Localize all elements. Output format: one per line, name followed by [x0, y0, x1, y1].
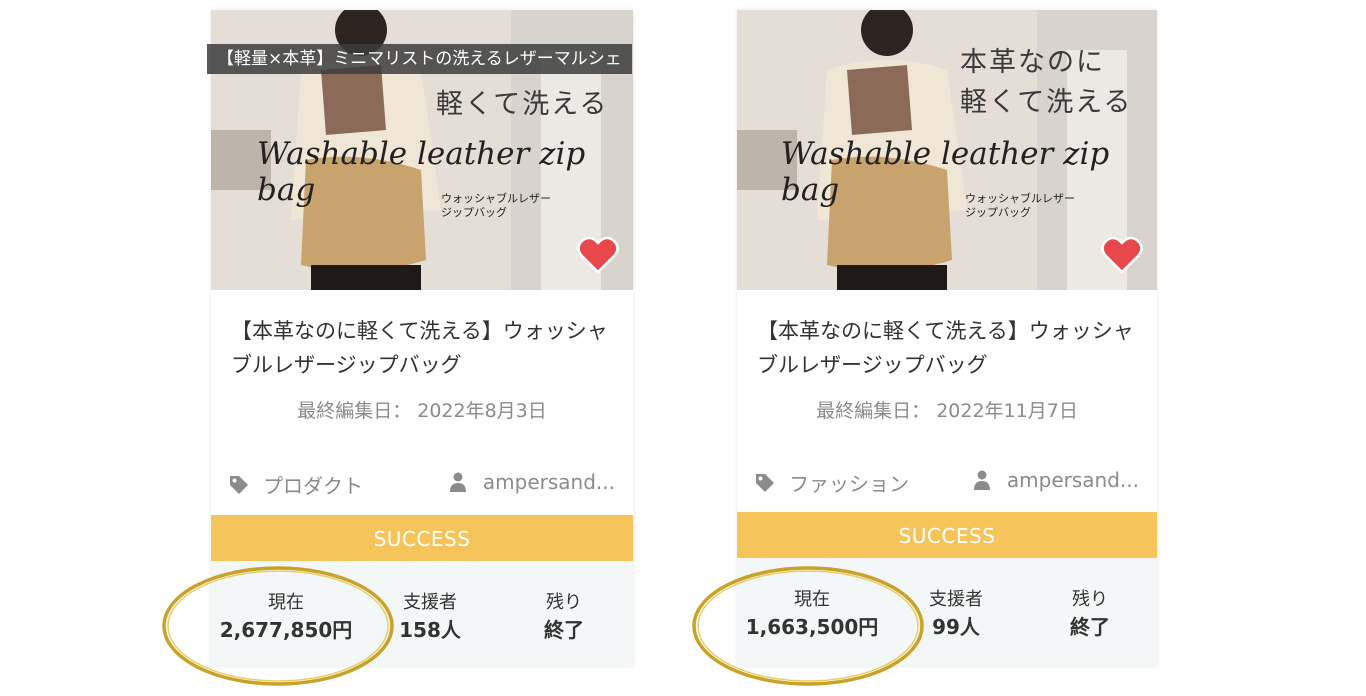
stat-current: 現在 2,677,850円 [219, 592, 353, 642]
author-link[interactable]: ampersand... [973, 468, 1139, 492]
category-label: プロダクト [263, 474, 363, 498]
author-name: ampersand... [482, 470, 615, 494]
stat-backers: 支援者 158人 [399, 592, 461, 642]
heart-icon[interactable] [577, 236, 619, 274]
stat-remaining: 残り 終了 [1070, 589, 1110, 639]
heart-icon[interactable] [1101, 236, 1143, 274]
image-subtitle: ウォッシャブルレザー ジップバッグ [965, 192, 1075, 219]
stat-current: 現在 1,663,500円 [745, 589, 879, 639]
last-edited-date: 最終編集日： 2022年8月3日 [297, 400, 547, 422]
project-meta: プロダクト ampersand... [229, 470, 615, 500]
last-edited-date: 最終編集日： 2022年11月7日 [816, 400, 1078, 422]
stat-remaining: 残り 終了 [544, 592, 584, 642]
project-title[interactable]: 【本革なのに軽くて洗える】ウォッシャブルレザージップバッグ [757, 314, 1137, 382]
funding-stats: 現在 1,663,500円 支援者 99人 残り 終了 [737, 558, 1157, 666]
image-heading-jp-line1: 本革なのに [960, 47, 1105, 78]
tag-icon [230, 475, 248, 494]
project-card[interactable]: 軽くて洗える Washable leather zip bag ウォッシャブルレ… [207, 10, 633, 666]
category-label: ファッション [789, 472, 909, 496]
category-link[interactable]: プロダクト [229, 470, 363, 499]
project-meta: ファッション ampersand... [755, 468, 1139, 498]
project-title[interactable]: 【本革なのに軽くて洗える】ウォッシャブルレザージップバッグ [231, 314, 613, 382]
author-link[interactable]: ampersand... [449, 470, 615, 494]
category-link[interactable]: ファッション [755, 468, 909, 497]
overlay-title-tooltip: 【軽量×本革】ミニマリストの洗えるレザーマルシェ [207, 44, 632, 74]
stat-backers: 支援者 99人 [929, 589, 983, 639]
status-badge: SUCCESS [737, 512, 1157, 558]
image-subtitle: ウォッシャブルレザー ジップバッグ [441, 192, 551, 219]
author-name: ampersand... [1006, 468, 1139, 492]
user-icon [973, 470, 990, 490]
status-badge: SUCCESS [211, 515, 633, 561]
funding-stats: 現在 2,677,850円 支援者 158人 残り 終了 [211, 561, 633, 666]
image-heading-jp-line2: 軽くて洗える [960, 87, 1133, 118]
project-card[interactable]: 本革なのに 軽くて洗える Washable leather zip bag ウォ… [737, 10, 1157, 666]
tag-icon [756, 473, 774, 492]
image-heading-jp: 軽くて洗える [436, 89, 609, 120]
project-thumbnail[interactable]: 本革なのに 軽くて洗える Washable leather zip bag ウォ… [737, 10, 1157, 290]
user-icon [449, 472, 466, 492]
